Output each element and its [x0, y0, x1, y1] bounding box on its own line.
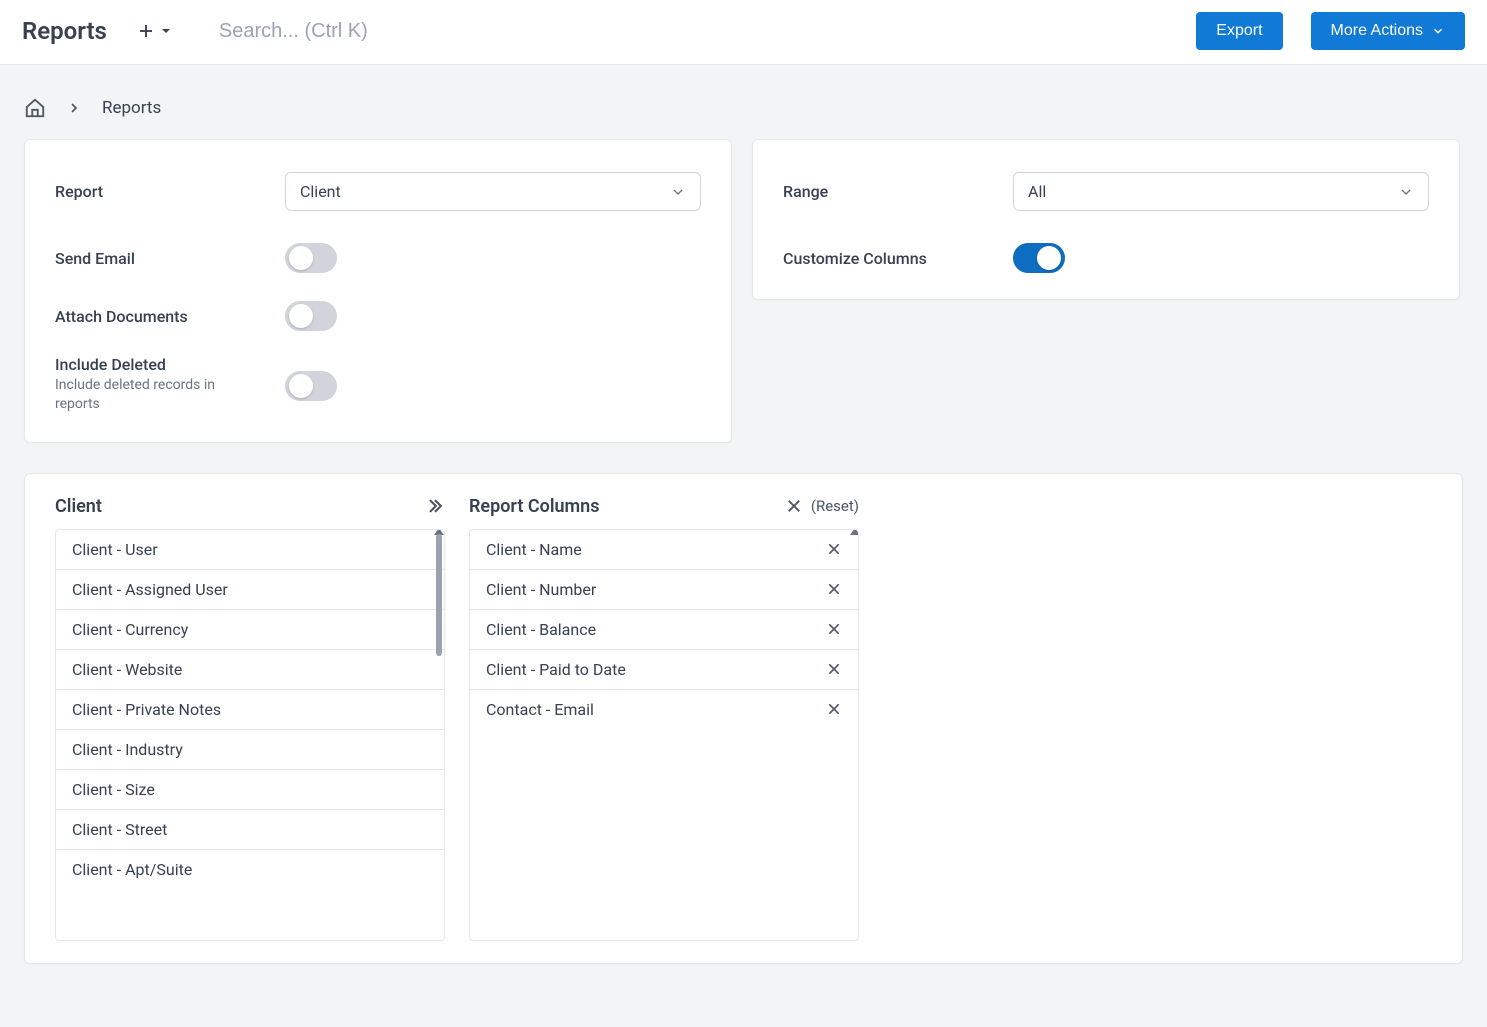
send-email-toggle[interactable]: [285, 243, 337, 273]
list-item-label: Client - Private Notes: [72, 700, 221, 719]
chevron-down-icon: [670, 184, 686, 200]
include-deleted-toggle[interactable]: [285, 371, 337, 401]
list-item-label: Client - User: [72, 540, 158, 559]
caret-down-icon: [161, 26, 171, 36]
list-item[interactable]: Client - Balance: [470, 610, 858, 650]
list-item-label: Client - Apt/Suite: [72, 860, 192, 879]
range-label: Range: [783, 182, 828, 201]
clear-columns-button[interactable]: [785, 497, 803, 515]
plus-icon: [137, 22, 155, 40]
close-icon: [826, 541, 842, 557]
remove-column-button[interactable]: [826, 701, 842, 717]
attach-docs-label: Attach Documents: [55, 307, 188, 326]
available-columns-list: Client - User Client - Assigned User Clien…: [55, 529, 445, 941]
list-item-label: Client - Size: [72, 780, 155, 799]
list-item[interactable]: Client - Number: [470, 570, 858, 610]
export-button-label: Export: [1216, 22, 1262, 40]
chevron-right-icon: [66, 100, 82, 116]
close-icon: [826, 581, 842, 597]
header: Reports Export More Actions: [0, 0, 1487, 65]
chevron-down-icon: [1431, 24, 1445, 38]
close-icon: [826, 701, 842, 717]
chevron-down-icon: [1398, 184, 1414, 200]
close-icon: [785, 497, 803, 515]
report-label: Report: [55, 182, 103, 201]
list-item[interactable]: Client - Assigned User: [56, 570, 444, 610]
more-actions-button[interactable]: More Actions: [1311, 12, 1465, 50]
remove-column-button[interactable]: [826, 541, 842, 557]
list-item-label: Client - Name: [486, 540, 582, 559]
selected-columns-list: Client - Name Client - Number Client - Bal…: [469, 529, 859, 941]
reset-columns-button[interactable]: (Reset): [811, 497, 859, 515]
available-columns-title: Client: [55, 496, 102, 517]
list-item[interactable]: Client - Private Notes: [56, 690, 444, 730]
close-icon: [826, 661, 842, 677]
list-item[interactable]: Client - Currency: [56, 610, 444, 650]
send-email-label: Send Email: [55, 249, 135, 268]
search-input[interactable]: [219, 20, 579, 43]
remove-column-button[interactable]: [826, 581, 842, 597]
selected-columns-title: Report Columns: [469, 496, 600, 517]
list-item-label: Client - Industry: [72, 740, 183, 759]
list-item[interactable]: Client - Paid to Date: [470, 650, 858, 690]
list-item[interactable]: Client - Apt/Suite: [56, 850, 444, 889]
list-item[interactable]: Contact - Email: [470, 690, 858, 729]
list-item-label: Client - Paid to Date: [486, 660, 626, 679]
export-button[interactable]: Export: [1196, 12, 1282, 50]
list-item-label: Client - Balance: [486, 620, 596, 639]
report-select[interactable]: Client: [285, 172, 701, 211]
list-item[interactable]: Client - Industry: [56, 730, 444, 770]
list-item-label: Client - Street: [72, 820, 167, 839]
add-all-columns-button[interactable]: [425, 496, 445, 516]
page-title: Reports: [22, 17, 107, 45]
customize-columns-label: Customize Columns: [783, 249, 927, 268]
remove-column-button[interactable]: [826, 661, 842, 677]
close-icon: [826, 621, 842, 637]
list-item[interactable]: Client - User: [56, 530, 444, 570]
attach-documents-toggle[interactable]: [285, 301, 337, 331]
columns-card: Client Client - User Client - Assigned Us…: [24, 473, 1463, 964]
breadcrumb: Reports: [0, 65, 1487, 139]
list-item-label: Client - Currency: [72, 620, 188, 639]
range-select-value: All: [1028, 182, 1046, 201]
report-settings-card: Report Client Send Email Attach Document…: [24, 139, 732, 443]
breadcrumb-current: Reports: [102, 98, 161, 118]
list-item-label: Client - Assigned User: [72, 580, 228, 599]
list-item[interactable]: Client - Street: [56, 810, 444, 850]
list-item[interactable]: Client - Website: [56, 650, 444, 690]
include-deleted-sub: Include deleted records in reports: [55, 376, 225, 414]
customize-columns-toggle[interactable]: [1013, 243, 1065, 273]
list-item-label: Client - Number: [486, 580, 596, 599]
include-deleted-label: Include Deleted: [55, 355, 166, 374]
more-actions-label: More Actions: [1331, 22, 1423, 40]
list-item-label: Contact - Email: [486, 700, 594, 719]
home-icon[interactable]: [24, 97, 46, 119]
range-card: Range All Customize Columns: [752, 139, 1460, 300]
list-item[interactable]: Client - Name: [470, 530, 858, 570]
new-report-button[interactable]: [137, 22, 171, 40]
report-select-value: Client: [300, 182, 341, 201]
list-item[interactable]: Client - Size: [56, 770, 444, 810]
range-select[interactable]: All: [1013, 172, 1429, 211]
list-item-label: Client - Website: [72, 660, 182, 679]
chevron-double-right-icon: [425, 496, 445, 516]
remove-column-button[interactable]: [826, 621, 842, 637]
